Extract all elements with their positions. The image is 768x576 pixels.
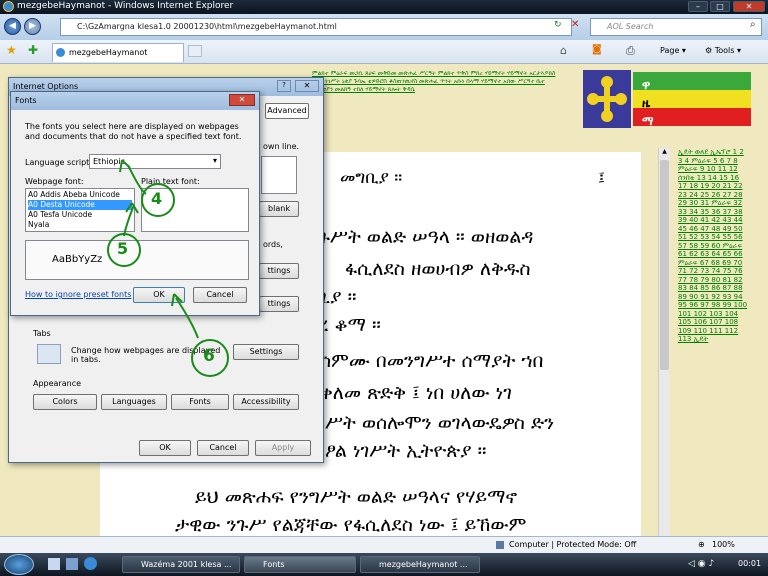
annotation-6: 6 (203, 346, 215, 366)
status-bar: Computer | Protected Mode: Off ⊕ 100% (0, 536, 768, 553)
start-button[interactable] (4, 554, 34, 575)
ie-launch-icon[interactable] (84, 557, 97, 570)
computer-icon (496, 541, 504, 549)
taskbar: Wazéma 2001 klesa ... Fonts mezgebeHayma… (0, 553, 768, 576)
task-item-fonts[interactable]: Fonts (244, 556, 356, 573)
arrow-4 (127, 164, 147, 195)
zoom-icon: ⊕ (698, 540, 705, 549)
zoom-level[interactable]: 100% (712, 540, 735, 549)
tray-icons[interactable]: ◁ ◉ ♪ (688, 559, 714, 569)
protected-mode-text: Computer | Protected Mode: Off (509, 540, 637, 549)
annotation-layer (107, 159, 229, 377)
arrow-5 (123, 204, 135, 237)
task-label: Fonts (263, 560, 285, 569)
show-desktop-icon[interactable] (48, 558, 60, 570)
task-item-wazema[interactable]: Wazéma 2001 klesa ... (122, 556, 240, 573)
annotation-4: 4 (151, 189, 163, 208)
task-label: mezgebeHaymanot ... (379, 560, 468, 569)
annotation-5: 5 (117, 239, 129, 258)
switch-windows-icon[interactable] (66, 558, 78, 570)
task-item-mezgebe[interactable]: mezgebeHaymanot ... (360, 556, 480, 573)
arrow-6 (175, 297, 199, 339)
task-label: Wazéma 2001 klesa ... (141, 560, 232, 569)
clock[interactable]: 00:01 (738, 559, 761, 568)
